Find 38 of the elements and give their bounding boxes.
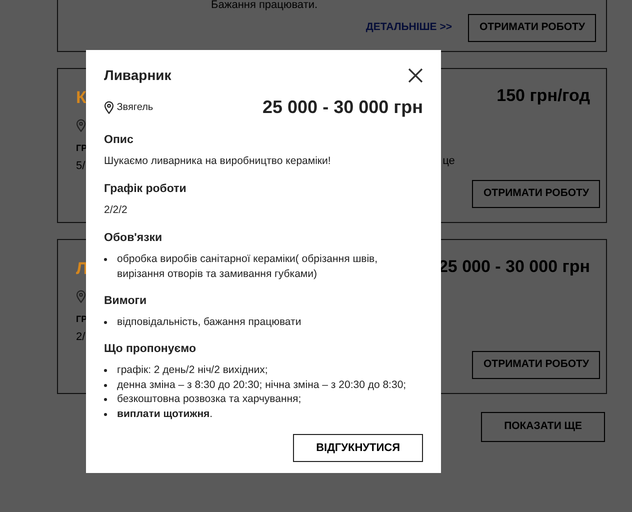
location-pin-icon [76, 290, 86, 302]
schedule-value: 5/ [76, 159, 86, 174]
section-heading: Вимоги [104, 294, 148, 309]
price: 150 грн/год [496, 85, 590, 107]
list-item-text: обробка виробів санітарної кераміки( обрізання швів, вирізання отворів та замивання губками) [117, 252, 379, 282]
close-icon[interactable] [408, 68, 423, 83]
list-item-text: графік: 2 день/2 ніч/2 вихідних; [117, 362, 268, 378]
show-more-button[interactable]: ПОКАЗАТИ ЩЕ [481, 412, 605, 442]
salary: 25 000 - 30 000 грн [262, 96, 423, 119]
section-text: Шукаємо ливарника на виробництво кераміки! [104, 154, 332, 170]
get-job-button[interactable]: ОТРИМАТИ РОБОТУ [472, 351, 600, 379]
location-pin-icon [76, 118, 86, 132]
schedule-value: 2/ [76, 330, 86, 345]
section-heading: Обов'язки [104, 231, 164, 246]
bullet-icon [104, 320, 107, 324]
section-text: 2/2/2 [104, 203, 128, 218]
section-heading: Опис [104, 133, 134, 148]
bullet-icon [104, 368, 107, 372]
location-text: Звягель [116, 101, 154, 115]
section-heading: Графік роботи [104, 182, 188, 197]
bullet-icon [104, 398, 107, 402]
list-item-text: виплати щотижня. [117, 406, 213, 422]
get-job-button[interactable]: ОТРИМАТИ РОБОТУ [468, 14, 596, 42]
bullet-icon [104, 412, 107, 416]
location-pin-icon [104, 101, 114, 114]
list-item-text: безкоштовна розвозка та харчування; [117, 392, 302, 407]
job-title[interactable]: К [76, 85, 88, 110]
bullet-icon [104, 384, 107, 386]
list-item-text: відповідальність, бажання працювати [117, 314, 302, 330]
get-job-button[interactable]: ОТРИМАТИ РОБОТУ [472, 180, 600, 208]
respond-button[interactable]: ВІДГУКНУТИСЯ [293, 434, 423, 462]
bullet-icon [104, 258, 107, 262]
list-item-text: денна зміна – з 8:30 до 20:30; нічна зміна – з 20:30 до 8:30; [117, 378, 406, 392]
card-text: Бажання працювати. [211, 0, 318, 11]
details-link[interactable]: ДЕТАЛЬНІШЕ >> [366, 20, 452, 36]
modal-title: Ливарник [104, 66, 172, 85]
section-heading: Що пропонуємо [104, 342, 197, 357]
card-text: це [442, 155, 455, 167]
